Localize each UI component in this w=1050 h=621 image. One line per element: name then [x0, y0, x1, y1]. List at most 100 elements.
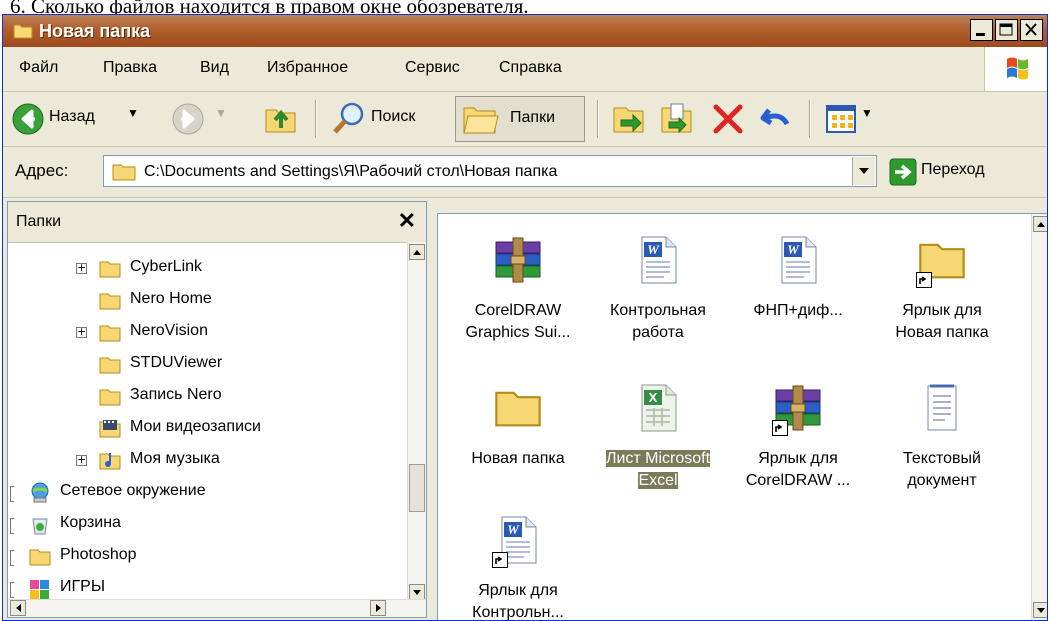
shortcut-arrow-icon — [492, 552, 508, 568]
scroll-up-arrow[interactable] — [1033, 216, 1047, 232]
folders-button[interactable]: Папки — [455, 96, 585, 142]
go-arrow-icon — [889, 158, 917, 186]
tree-item-label: Мои видеозаписи — [130, 418, 261, 435]
tree-item[interactable]: + Моя музыка — [8, 446, 403, 476]
svg-text:X: X — [649, 390, 658, 405]
menu-tools[interactable]: Сервис — [405, 59, 460, 77]
file-item[interactable]: Текстовый документ — [872, 382, 1012, 502]
file-name: ФНП+диф... — [753, 302, 843, 319]
tree-item[interactable]: STDUViewer — [8, 350, 403, 380]
scroll-down-arrow[interactable] — [1033, 602, 1047, 618]
text-doc-icon — [916, 382, 968, 434]
folder-icon — [112, 164, 136, 181]
tree-item[interactable]: Корзина — [8, 510, 403, 540]
file-item[interactable]: W Контрольная работа — [588, 234, 728, 354]
title-bar[interactable]: Новая папка — [3, 15, 1047, 47]
tree-item[interactable]: Мои видеозаписи — [8, 414, 403, 444]
scroll-down-arrow[interactable] — [409, 584, 425, 600]
chevron-down-icon[interactable]: ▼ — [127, 106, 139, 120]
views-button[interactable]: ▼ — [821, 92, 881, 146]
folder-icon — [98, 257, 122, 286]
tree-item[interactable]: Nero Home — [8, 286, 403, 316]
folder-icon — [98, 385, 122, 414]
file-item[interactable]: X Лист Microsoft Excel — [588, 382, 728, 502]
folders-horizontal-scrollbar[interactable] — [8, 599, 426, 617]
tree-item-label: ИГРЫ — [60, 578, 105, 595]
back-button[interactable]: Назад ▼ — [9, 92, 159, 146]
excel-doc-icon: X — [632, 382, 684, 434]
tree-branch-line — [10, 518, 14, 534]
delete-button[interactable] — [707, 92, 747, 146]
tree-item-label: Photoshop — [60, 546, 137, 563]
tree-item[interactable]: Запись Nero — [8, 382, 403, 412]
svg-text:W: W — [647, 242, 660, 257]
window-title: Новая папка — [39, 21, 151, 41]
scroll-right-arrow[interactable] — [370, 600, 386, 616]
forward-button[interactable]: ▼ — [169, 92, 245, 146]
folder-icon — [98, 353, 122, 382]
search-button[interactable]: Поиск — [329, 92, 449, 146]
tree-item-label: Корзина — [60, 514, 121, 531]
copy-to-button[interactable] — [657, 92, 697, 146]
address-path: C:\Documents and Settings\Я\Рабочий стол… — [144, 163, 558, 180]
expand-icon[interactable]: + — [76, 326, 87, 338]
up-folder-button[interactable] — [259, 92, 303, 146]
files-vertical-scrollbar[interactable] — [1031, 214, 1047, 620]
close-icon[interactable]: ✕ — [398, 208, 416, 234]
folders-pane-header: Папки ✕ — [8, 202, 426, 243]
menu-bar: Файл Правка Вид Избранное Сервис Справка — [3, 47, 1047, 92]
svg-text:W: W — [787, 242, 800, 257]
folder-icon — [28, 545, 52, 574]
chevron-down-icon — [859, 168, 869, 174]
move-to-button[interactable] — [609, 92, 649, 146]
folder-icon — [98, 289, 122, 318]
file-item[interactable]: Новая папка — [448, 382, 588, 502]
menu-edit[interactable]: Правка — [103, 59, 157, 77]
address-input[interactable]: C:\Documents and Settings\Я\Рабочий стол… — [103, 155, 877, 187]
menu-file[interactable]: Файл — [19, 59, 58, 77]
go-button[interactable]: Переход — [887, 157, 1047, 187]
delete-x-icon — [713, 104, 743, 134]
address-dropdown-button[interactable] — [852, 157, 875, 185]
folders-label: Папки — [510, 109, 555, 126]
tree-item-label: Моя музыка — [130, 450, 220, 467]
file-item[interactable]: Ярлык для Новая папка — [872, 234, 1012, 354]
tree-item-label: Запись Nero — [130, 386, 222, 403]
scroll-up-arrow[interactable] — [409, 244, 425, 260]
word-doc-icon: W — [772, 234, 824, 286]
scroll-thumb[interactable] — [409, 464, 425, 512]
close-button[interactable] — [1020, 19, 1043, 41]
tree-item[interactable]: + CyberLink — [8, 254, 403, 284]
maximize-button[interactable] — [995, 19, 1018, 41]
folders-vertical-scrollbar[interactable] — [407, 242, 426, 602]
tree-item-label: Сетевое окружение — [60, 482, 206, 499]
expand-icon[interactable]: + — [76, 262, 87, 274]
minimize-button[interactable] — [970, 19, 993, 41]
back-arrow-icon — [12, 103, 44, 135]
chevron-down-icon[interactable]: ▼ — [215, 106, 227, 120]
undo-button[interactable] — [755, 92, 795, 146]
expand-icon[interactable]: + — [76, 454, 87, 466]
folders-pane-title: Папки — [16, 213, 61, 230]
menu-view[interactable]: Вид — [200, 59, 229, 77]
search-icon — [333, 102, 364, 134]
file-name: Лист Microsoft Excel — [605, 450, 711, 489]
file-item[interactable]: CorelDRAW Graphics Sui... — [448, 234, 588, 354]
tree-item[interactable]: Сетевое окружение — [8, 478, 403, 508]
tree-item-label: CyberLink — [130, 258, 203, 275]
file-item[interactable]: Ярлык для CorelDRAW ... — [728, 382, 868, 502]
file-name: Текстовый документ — [903, 450, 981, 489]
word-doc-icon: W — [632, 234, 684, 286]
tree-item[interactable]: + NeroVision — [8, 318, 403, 348]
file-name: Ярлык для Контрольн... — [472, 582, 564, 621]
file-name: Новая папка — [471, 450, 565, 467]
file-item[interactable]: W ФНП+диф... — [728, 234, 868, 354]
menu-favorites[interactable]: Избранное — [267, 59, 348, 77]
menu-help[interactable]: Справка — [499, 59, 562, 77]
chevron-down-icon[interactable]: ▼ — [861, 106, 873, 120]
views-icon — [826, 105, 856, 133]
recycle-bin-icon — [28, 513, 52, 542]
tree-item[interactable]: Photoshop — [8, 542, 403, 572]
file-item[interactable]: W Ярлык для Контрольн... — [448, 514, 588, 621]
scroll-left-arrow[interactable] — [10, 600, 26, 616]
